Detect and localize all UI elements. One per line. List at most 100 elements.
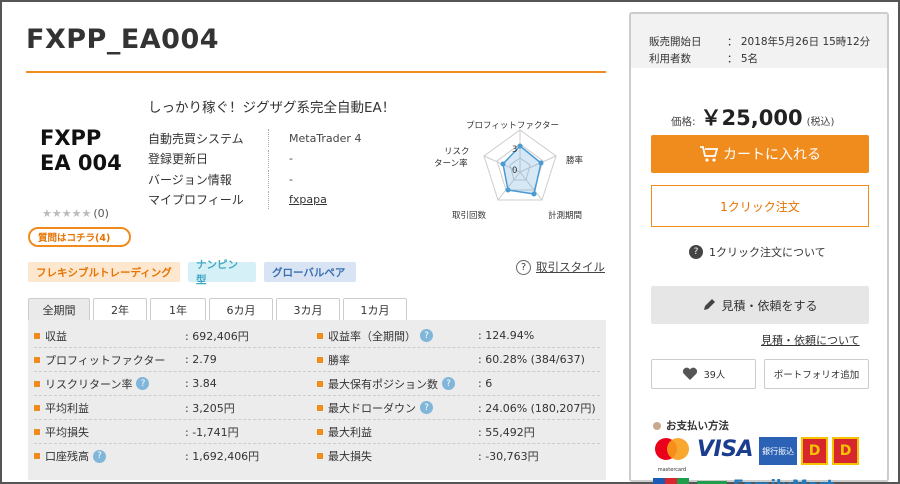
sale-info: 販売開始日 ： 2018年5月26日 15時12分 利用者数 ： 5名 <box>631 14 887 68</box>
help-icon[interactable]: ? <box>136 377 150 390</box>
tab-1m[interactable]: 1カ月 <box>343 298 407 320</box>
payment-logos: mastercard VISA 銀行振込 D D <box>653 437 863 473</box>
bullet-icon <box>34 428 40 435</box>
stat-key-label: 最大損失 <box>328 450 372 463</box>
stat-key-label: 勝率 <box>328 353 350 367</box>
jcb-logo <box>653 477 689 484</box>
info-key: 自動売買システム <box>148 131 244 146</box>
question-button[interactable]: 質問はコチラ(4) <box>28 227 131 247</box>
period-tabs: 全期間 2年 1年 6カ月 3カ月 1カ月 <box>28 298 410 320</box>
user-count: 利用者数 ： 5名 <box>649 51 758 66</box>
tag-global[interactable]: グローバルペア <box>264 262 356 282</box>
mastercard-logo: mastercard <box>653 437 691 473</box>
info-value: MetaTrader 4 <box>289 131 362 145</box>
stat-key: 最大損失 <box>328 448 478 464</box>
info-key: バージョン情報 <box>148 172 232 187</box>
price: 価格: ￥25,000 (税込) <box>671 102 834 132</box>
quote-request-button[interactable]: 見積・依頼をする <box>651 286 869 324</box>
familymart-logo: FamilyMart <box>697 476 834 484</box>
users-label: 利用者数 <box>649 53 691 65</box>
info-key: 登録更新日 <box>148 152 209 167</box>
rating-count: (0) <box>93 207 109 220</box>
bullet-icon <box>317 428 323 435</box>
stat-value: : 3,205円 <box>185 401 235 415</box>
radar-label-trades: 取引回数 <box>452 211 487 221</box>
stat-value: : 55,492円 <box>478 425 535 439</box>
cart-label: カートに入れる <box>723 147 821 163</box>
logo-line1: FXPP <box>40 126 102 150</box>
stat-key: 平均利益 <box>45 400 185 416</box>
stat-key: 口座残高? <box>45 448 185 464</box>
radar-label-period: 計測期間 <box>548 211 583 221</box>
tab-3m[interactable]: 3カ月 <box>276 298 340 320</box>
product-logo: FXPP EA 004 <box>40 126 122 176</box>
tab-all[interactable]: 全期間 <box>28 298 90 320</box>
familymart-bar <box>697 480 727 484</box>
bullet-icon <box>34 380 40 387</box>
tab-6m[interactable]: 6カ月 <box>209 298 273 320</box>
stats-table: 収益: 692,406円 収益率（全期間）?: 124.94% プロフィットファクタ… <box>28 320 606 480</box>
mastercard-text: mastercard <box>657 467 687 473</box>
help-icon[interactable]: ? <box>420 401 433 414</box>
bullet-icon <box>317 404 323 411</box>
one-click-about-label: 1クリック注文について <box>709 246 826 259</box>
stat-key: 最大利益 <box>328 424 478 440</box>
favorite-button[interactable]: 39人 <box>651 359 756 389</box>
question-circle-icon: ? <box>516 259 531 275</box>
tag-nanpin[interactable]: ナンピン型 <box>188 259 256 286</box>
stat-value: : 6 <box>478 377 493 390</box>
stat-cell: 収益率（全期間）?: 124.94% <box>317 328 600 344</box>
stat-key: 平均損失 <box>45 424 185 440</box>
add-to-cart-button[interactable]: カートに入れる <box>651 135 869 173</box>
stat-key: 勝率 <box>328 352 478 368</box>
stat-value: : -30,763円 <box>478 450 539 463</box>
tab-1y[interactable]: 1年 <box>150 298 206 320</box>
radar-label-risk: リスク <box>444 147 470 157</box>
stats-row: 平均損失: -1,741円 最大利益 : 55,492円 <box>34 420 600 444</box>
stat-key: プロフィットファクター <box>45 352 185 368</box>
daily-logo-2: D <box>832 437 860 465</box>
question-circle-icon: ? <box>689 245 703 259</box>
visa-logo: VISA <box>697 437 754 462</box>
rating: ★★★★★ (0) <box>42 207 109 220</box>
info-separator <box>268 170 269 189</box>
daily-logo-1: D <box>801 437 829 465</box>
one-click-about-link[interactable]: ? 1クリック注文について <box>689 244 826 260</box>
heart-icon <box>682 367 697 380</box>
stat-cell: 平均損失: -1,741円 <box>34 424 317 440</box>
stat-value: : 692,406円 <box>185 329 249 343</box>
star-icons: ★★★★★ <box>42 207 92 220</box>
stat-value: : 2.79 <box>185 353 217 366</box>
radar-label-pf: プロフィットファクター <box>466 121 559 131</box>
price-value: ￥25,000 <box>700 106 803 130</box>
help-icon[interactable]: ? <box>93 449 106 463</box>
help-icon[interactable]: ? <box>442 377 455 390</box>
price-tax: (税込) <box>806 117 835 128</box>
stat-key-label: 収益率（全期間） <box>328 329 416 343</box>
add-portfolio-button[interactable]: ポートフォリオ追加 <box>764 359 869 389</box>
profile-link[interactable]: fxpapa <box>289 193 327 206</box>
tab-2y[interactable]: 2年 <box>93 298 147 320</box>
stat-key-label: 最大利益 <box>328 425 372 439</box>
radar-label-winrate: 勝率 <box>566 156 584 166</box>
quote-about-link[interactable]: 見積・依頼について <box>761 332 860 348</box>
tag-flexible[interactable]: フレキシブルトレーディング <box>28 262 180 282</box>
sale-start-label: 販売開始日 <box>649 36 702 48</box>
info-value: - <box>289 152 293 166</box>
stat-cell: 勝率: 60.28% (384/637) <box>317 352 600 368</box>
radar-scale-max: 3 <box>512 145 518 155</box>
bullet-icon <box>317 356 323 363</box>
stat-cell: 最大利益 : 55,492円 <box>317 424 600 440</box>
stat-key: リスクリターン率? <box>45 376 185 392</box>
help-icon[interactable]: ? <box>420 329 433 342</box>
trade-style-link[interactable]: ? 取引スタイル <box>516 259 605 275</box>
stat-key: 収益率（全期間）? <box>328 328 478 344</box>
stat-cell: 最大保有ポジション数?: 6 <box>317 376 600 392</box>
one-click-order-button[interactable]: 1クリック注文 <box>651 185 869 227</box>
bullet-icon <box>317 380 323 387</box>
cart-icon <box>700 146 719 162</box>
stats-row: 口座残高?: 1,692,406円 最大損失: -30,763円 <box>34 444 600 468</box>
bullet-icon <box>317 332 323 339</box>
mastercard-circles <box>655 438 689 460</box>
payment-logos-row2: FamilyMart <box>653 476 834 484</box>
